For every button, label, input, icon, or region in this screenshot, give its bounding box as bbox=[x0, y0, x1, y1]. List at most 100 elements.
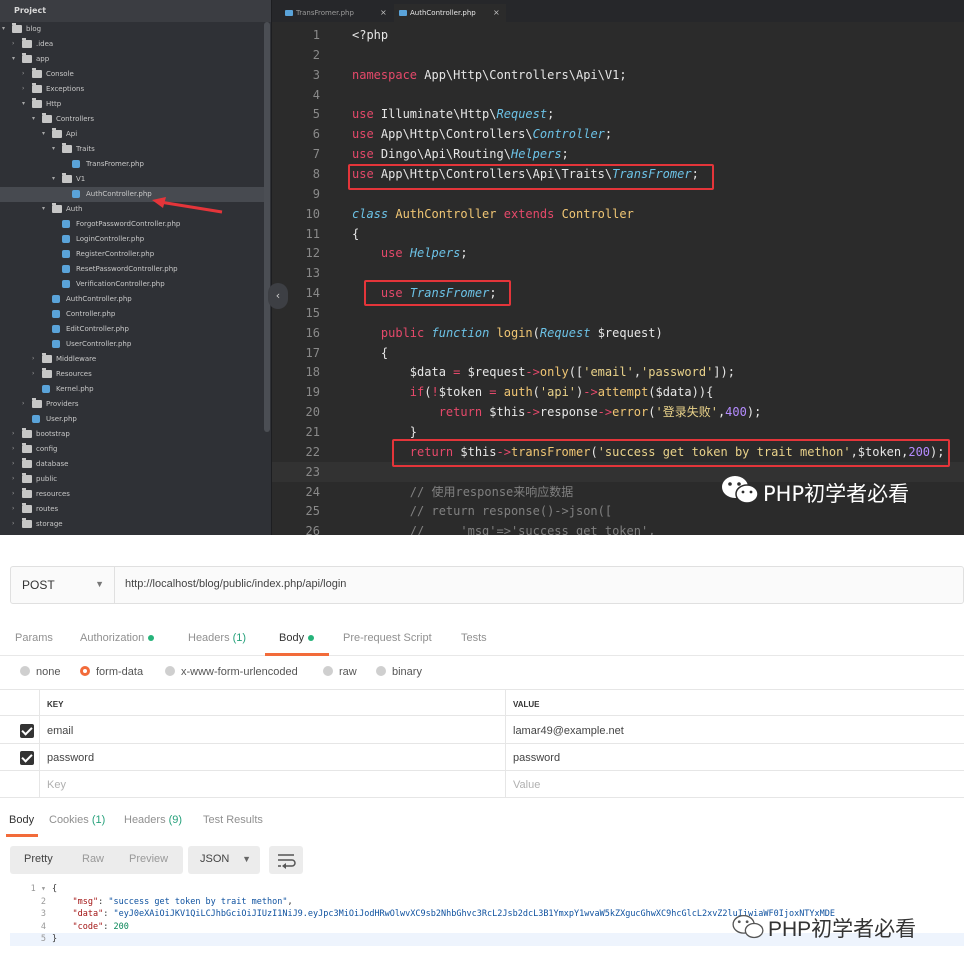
chevron-right-icon[interactable]: › bbox=[22, 400, 30, 407]
php-file-icon bbox=[52, 325, 60, 333]
chevron-down-icon[interactable]: ▾ bbox=[12, 55, 20, 62]
new-value-input[interactable]: Value bbox=[513, 779, 540, 791]
chevron-down-icon[interactable]: ▾ bbox=[52, 175, 60, 182]
tree-file[interactable]: AuthController.php bbox=[0, 292, 264, 307]
tree-file[interactable]: ForgotPasswordController.php bbox=[0, 217, 264, 232]
sidebar-scrollbar[interactable] bbox=[264, 22, 270, 432]
value-field[interactable]: password bbox=[513, 752, 560, 764]
tree-folder[interactable]: ▾ Http bbox=[0, 97, 264, 112]
tree-file[interactable]: User.php bbox=[0, 412, 264, 427]
pretty-button[interactable]: Pretty bbox=[24, 853, 53, 865]
chevron-right-icon[interactable]: › bbox=[12, 505, 20, 512]
radio-form-data[interactable]: form-data bbox=[80, 666, 143, 678]
php-file-icon bbox=[72, 190, 80, 198]
tree-folder[interactable]: › storage bbox=[0, 517, 264, 532]
tree-item-label: .idea bbox=[36, 40, 54, 48]
tree-folder[interactable]: ▾ Traits bbox=[0, 142, 264, 157]
tree-folder[interactable]: › Middleware bbox=[0, 352, 264, 367]
tree-file[interactable]: TransFromer.php bbox=[0, 157, 264, 172]
code-line: 26 // 'msg'=>'success get token', bbox=[272, 521, 964, 535]
url-input[interactable]: http://localhost/blog/public/index.php/a… bbox=[125, 578, 346, 590]
tree-folder[interactable]: ▾ V1 bbox=[0, 172, 264, 187]
tree-folder[interactable]: › Resources bbox=[0, 367, 264, 382]
red-arrow-annotation bbox=[152, 197, 223, 214]
format-select[interactable]: JSON ▼ bbox=[188, 846, 260, 874]
tab-transfromer[interactable]: TransFromer.php × bbox=[280, 4, 392, 22]
tree-folder[interactable]: › routes bbox=[0, 502, 264, 517]
radio-raw[interactable]: raw bbox=[323, 666, 357, 678]
chevron-down-icon[interactable]: ▾ bbox=[42, 205, 50, 212]
tab-body[interactable]: Body bbox=[279, 632, 315, 644]
code-line: 2 bbox=[272, 45, 964, 65]
tree-folder[interactable]: › database bbox=[0, 457, 264, 472]
tree-folder[interactable]: › bootstrap bbox=[0, 427, 264, 442]
tree-file[interactable]: VerificationController.php bbox=[0, 277, 264, 292]
line-number: 5 bbox=[312, 107, 320, 122]
response-tab-test-results[interactable]: Test Results bbox=[203, 814, 263, 826]
value-field[interactable]: lamar49@example.net bbox=[513, 725, 624, 737]
method-select[interactable]: POST ▼ bbox=[11, 567, 115, 603]
raw-button[interactable]: Raw bbox=[82, 853, 104, 865]
tree-folder[interactable]: › .idea bbox=[0, 37, 264, 52]
tab-authcontroller[interactable]: AuthController.php × bbox=[394, 4, 506, 22]
tree-folder[interactable]: › Providers bbox=[0, 397, 264, 412]
chevron-right-icon[interactable]: › bbox=[22, 70, 30, 77]
chevron-right-icon[interactable]: › bbox=[22, 85, 30, 92]
chevron-down-icon[interactable]: ▾ bbox=[52, 145, 60, 152]
chevron-down-icon[interactable]: ▾ bbox=[2, 25, 10, 32]
tree-folder[interactable]: › Exceptions bbox=[0, 82, 264, 97]
code-line: 19 if(!$token = auth('api')->attempt($da… bbox=[272, 382, 964, 402]
chevron-right-icon[interactable]: › bbox=[32, 370, 40, 377]
chevron-right-icon[interactable]: › bbox=[12, 445, 20, 452]
tree-folder[interactable]: › resources bbox=[0, 487, 264, 502]
response-tab-cookies[interactable]: Cookies (1) bbox=[49, 814, 105, 826]
chevron-down-icon[interactable]: ▾ bbox=[32, 115, 40, 122]
row-checkbox[interactable] bbox=[20, 724, 34, 738]
key-field[interactable]: email bbox=[47, 725, 73, 737]
radio-x-www-form-urlencoded[interactable]: x-www-form-urlencoded bbox=[165, 666, 298, 678]
chevron-right-icon[interactable]: › bbox=[12, 40, 20, 47]
chevron-right-icon[interactable]: › bbox=[12, 430, 20, 437]
chevron-right-icon[interactable]: › bbox=[12, 520, 20, 527]
tab-pre-request-script[interactable]: Pre-request Script bbox=[343, 632, 432, 644]
row-checkbox[interactable] bbox=[20, 751, 34, 765]
new-key-input[interactable]: Key bbox=[47, 779, 66, 791]
tree-folder[interactable]: ▾ app bbox=[0, 52, 264, 67]
tree-folder[interactable]: ▾ Controllers bbox=[0, 112, 264, 127]
tab-headers[interactable]: Headers (1) bbox=[188, 632, 246, 644]
tab-tests[interactable]: Tests bbox=[461, 632, 487, 644]
code-text: namespace App\Http\Controllers\Api\V1; bbox=[352, 67, 627, 82]
tab-label: TransFromer.php bbox=[296, 9, 354, 17]
tree-file[interactable]: Controller.php bbox=[0, 307, 264, 322]
tree-file[interactable]: ResetPasswordController.php bbox=[0, 262, 264, 277]
tree-folder[interactable]: › Console bbox=[0, 67, 264, 82]
tree-folder[interactable]: ▾ Api bbox=[0, 127, 264, 142]
radio-none[interactable]: none bbox=[20, 666, 60, 678]
radio-binary[interactable]: binary bbox=[376, 666, 422, 678]
chevron-down-icon[interactable]: ▾ bbox=[42, 130, 50, 137]
tree-folder[interactable]: › public bbox=[0, 472, 264, 487]
chevron-right-icon[interactable]: › bbox=[12, 460, 20, 467]
preview-button[interactable]: Preview bbox=[129, 853, 168, 865]
tree-file[interactable]: RegisterController.php bbox=[0, 247, 264, 262]
project-panel-title: Project bbox=[0, 0, 271, 22]
tree-file[interactable]: Kernel.php bbox=[0, 382, 264, 397]
chevron-right-icon[interactable]: › bbox=[12, 475, 20, 482]
chevron-right-icon[interactable]: › bbox=[32, 355, 40, 362]
folder-icon bbox=[32, 83, 42, 93]
tree-folder[interactable]: › config bbox=[0, 442, 264, 457]
response-tab-headers[interactable]: Headers (9) bbox=[124, 814, 182, 826]
tree-folder[interactable]: ▾ blog bbox=[0, 22, 264, 37]
close-icon[interactable]: × bbox=[493, 8, 500, 17]
chevron-right-icon[interactable]: › bbox=[12, 490, 20, 497]
tree-file[interactable]: LoginController.php bbox=[0, 232, 264, 247]
wrap-lines-button[interactable] bbox=[269, 846, 303, 874]
tree-file[interactable]: EditController.php bbox=[0, 322, 264, 337]
tab-params[interactable]: Params bbox=[15, 632, 53, 644]
tab-authorization[interactable]: Authorization bbox=[80, 632, 155, 644]
key-field[interactable]: password bbox=[47, 752, 94, 764]
close-icon[interactable]: × bbox=[380, 8, 387, 17]
response-tab-body[interactable]: Body bbox=[9, 814, 34, 826]
chevron-down-icon[interactable]: ▾ bbox=[22, 100, 30, 107]
tree-file[interactable]: UserController.php bbox=[0, 337, 264, 352]
